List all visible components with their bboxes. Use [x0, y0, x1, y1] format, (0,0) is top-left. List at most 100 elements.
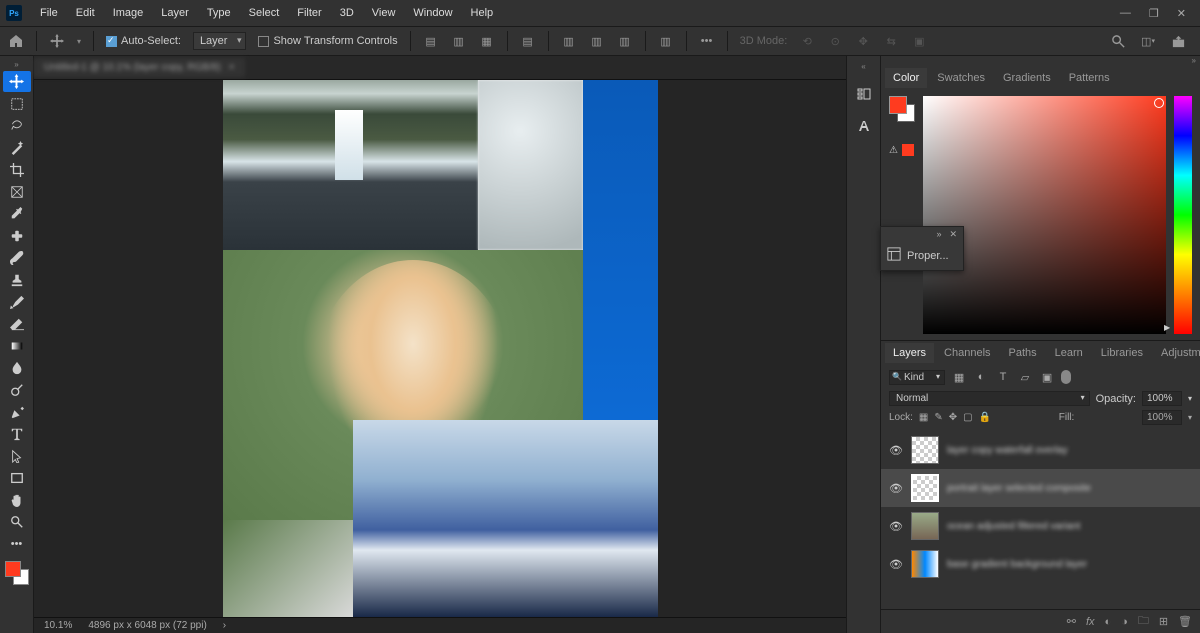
auto-select-checkbox[interactable]	[106, 36, 117, 47]
tab-swatches[interactable]: Swatches	[929, 68, 993, 88]
fill-chevron-icon[interactable]: ▾	[1188, 413, 1192, 422]
tab-layers[interactable]: Layers	[885, 343, 934, 363]
visibility-toggle-icon[interactable]: 👁	[889, 520, 903, 533]
filter-adjustment-icon[interactable]: ◐	[973, 369, 989, 385]
opacity-chevron-icon[interactable]: ▾	[1188, 394, 1192, 403]
lock-pixels-icon[interactable]: ✎	[934, 412, 942, 423]
type-tool[interactable]	[3, 423, 31, 444]
new-group-icon[interactable]: 🗀	[1138, 612, 1149, 631]
document-tab[interactable]: Untitled-1 @ 10.1% (layer copy, RGB/8)×	[34, 58, 245, 77]
lock-transparent-icon[interactable]: ▦	[919, 412, 928, 423]
menu-file[interactable]: File	[32, 3, 66, 23]
tab-learn[interactable]: Learn	[1047, 343, 1091, 363]
adjustment-layer-icon[interactable]: ◑	[1121, 616, 1128, 628]
link-layers-icon[interactable]: ⚯	[1067, 615, 1076, 628]
lasso-tool[interactable]	[3, 115, 31, 136]
distribute-bottom-icon[interactable]: ▥	[617, 33, 633, 49]
menu-type[interactable]: Type	[199, 3, 239, 23]
layer-thumbnail[interactable]	[911, 474, 939, 502]
menu-3d[interactable]: 3D	[332, 3, 362, 23]
panels-collapse-icon[interactable]: »	[881, 56, 1200, 66]
distribute-top-icon[interactable]: ▥	[561, 33, 577, 49]
eyedropper-tool[interactable]	[3, 203, 31, 224]
visibility-toggle-icon[interactable]: 👁	[889, 482, 903, 495]
blur-tool[interactable]	[3, 357, 31, 378]
menu-filter[interactable]: Filter	[289, 3, 329, 23]
blend-mode-dropdown[interactable]: Normal	[889, 391, 1090, 406]
status-chevron-icon[interactable]: ›	[223, 620, 226, 631]
float-close-icon[interactable]: ✕	[949, 229, 957, 240]
align-center-h-icon[interactable]: ▥	[451, 33, 467, 49]
hue-slider[interactable]	[1174, 96, 1192, 334]
layer-thumbnail[interactable]	[911, 550, 939, 578]
layer-name[interactable]: layer copy waterfall overlay	[947, 445, 1068, 456]
auto-select-target-dropdown[interactable]: Layer	[193, 32, 247, 50]
foreground-swatch[interactable]	[5, 561, 21, 577]
delete-layer-icon[interactable]: 🗑	[1178, 615, 1192, 628]
menu-window[interactable]: Window	[405, 3, 460, 23]
eraser-tool[interactable]	[3, 313, 31, 334]
zoom-level[interactable]: 10.1%	[44, 620, 72, 631]
align-top-icon[interactable]: ▤	[520, 33, 536, 49]
layer-item[interactable]: 👁 base gradient background layer	[881, 545, 1200, 583]
workspace-icon[interactable]: ◫▾	[1140, 33, 1156, 49]
move-tool[interactable]	[3, 71, 31, 92]
window-minimize-icon[interactable]: —	[1120, 7, 1131, 20]
align-left-icon[interactable]: ▤	[423, 33, 439, 49]
marquee-tool[interactable]	[3, 93, 31, 114]
edit-toolbar-icon[interactable]: •••	[3, 533, 31, 554]
visibility-toggle-icon[interactable]: 👁	[889, 444, 903, 457]
show-transform-checkbox[interactable]	[258, 36, 269, 47]
filter-smart-icon[interactable]: ▣	[1039, 369, 1055, 385]
distribute-h-icon[interactable]: ▥	[658, 33, 674, 49]
fill-input[interactable]: 100%	[1142, 410, 1182, 425]
color-swatches[interactable]	[5, 561, 29, 585]
menu-image[interactable]: Image	[105, 3, 152, 23]
layer-filter-kind-dropdown[interactable]: Kind	[889, 370, 945, 385]
history-brush-tool[interactable]	[3, 291, 31, 312]
window-maximize-icon[interactable]: ❐	[1149, 7, 1159, 20]
filter-shape-icon[interactable]: ▱	[1017, 369, 1033, 385]
filter-pixel-icon[interactable]: ▦	[951, 369, 967, 385]
color-field[interactable]: » ✕ Proper...	[923, 96, 1166, 334]
tab-patterns[interactable]: Patterns	[1061, 68, 1118, 88]
lock-position-icon[interactable]: ✥	[949, 412, 957, 423]
canvas-viewport[interactable]	[34, 80, 846, 617]
layer-name[interactable]: base gradient background layer	[947, 559, 1087, 570]
window-close-icon[interactable]: ✕	[1177, 7, 1186, 20]
filter-toggle[interactable]	[1061, 370, 1071, 384]
tool-preset-chevron-icon[interactable]: ▾	[77, 37, 81, 46]
crop-tool[interactable]	[3, 159, 31, 180]
gradient-tool[interactable]	[3, 335, 31, 356]
layer-name[interactable]: portrait layer selected composite	[947, 483, 1091, 494]
float-collapse-icon[interactable]: »	[936, 229, 941, 239]
layer-fx-icon[interactable]: fx	[1086, 616, 1095, 628]
new-layer-icon[interactable]: ⊞	[1159, 615, 1168, 628]
artboard[interactable]	[223, 80, 658, 617]
zoom-tool[interactable]	[3, 511, 31, 532]
menu-edit[interactable]: Edit	[68, 3, 103, 23]
healing-tool[interactable]	[3, 225, 31, 246]
lock-all-icon[interactable]: 🔒	[979, 412, 991, 423]
brush-tool[interactable]	[3, 247, 31, 268]
home-icon[interactable]	[8, 33, 24, 49]
layer-name[interactable]: ocean adjusted filtered variant	[947, 521, 1080, 532]
pen-tool[interactable]	[3, 401, 31, 422]
layer-item[interactable]: 👁 portrait layer selected composite	[881, 469, 1200, 507]
tab-paths[interactable]: Paths	[1001, 343, 1045, 363]
layer-item[interactable]: 👁 layer copy waterfall overlay	[881, 431, 1200, 469]
fg-bg-swatches[interactable]	[889, 96, 915, 122]
menu-help[interactable]: Help	[463, 3, 502, 23]
tab-libraries[interactable]: Libraries	[1093, 343, 1151, 363]
tab-adjustments[interactable]: Adjustments	[1153, 343, 1200, 363]
shape-tool[interactable]	[3, 467, 31, 488]
path-select-tool[interactable]	[3, 445, 31, 466]
align-right-icon[interactable]: ▦	[479, 33, 495, 49]
stamp-tool[interactable]	[3, 269, 31, 290]
distribute-center-v-icon[interactable]: ▥	[589, 33, 605, 49]
dock-collapse-icon[interactable]: «	[861, 62, 865, 72]
layer-thumbnail[interactable]	[911, 512, 939, 540]
dodge-tool[interactable]	[3, 379, 31, 400]
menu-layer[interactable]: Layer	[153, 3, 197, 23]
properties-panel-floating[interactable]: » ✕ Proper...	[880, 226, 964, 271]
